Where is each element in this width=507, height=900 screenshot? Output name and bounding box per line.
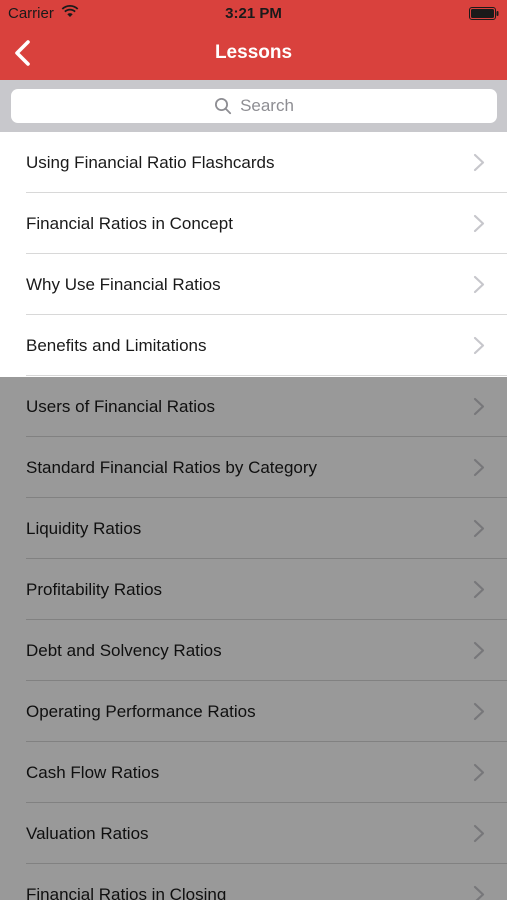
nav-bar: Lessons [0, 28, 507, 80]
chevron-right-icon [473, 275, 485, 294]
dim-overlay[interactable] [0, 377, 507, 900]
search-field-content: Search [11, 89, 497, 123]
lesson-label: Using Financial Ratio Flashcards [26, 153, 275, 172]
page-title: Lessons [214, 42, 293, 63]
lesson-row[interactable]: Benefits and Limitations [0, 315, 507, 376]
header: Carrier 3:21 PM Lessons [0, 0, 507, 80]
chevron-right-icon [473, 153, 485, 172]
magnifier-icon [215, 98, 232, 115]
lesson-label: Why Use Financial Ratios [26, 275, 221, 294]
search-input[interactable]: Search [11, 89, 497, 123]
chevron-right-icon [473, 214, 485, 233]
lesson-row[interactable]: Using Financial Ratio Flashcards [0, 132, 507, 193]
search-placeholder: Search [240, 96, 294, 115]
battery-icon [469, 7, 499, 20]
chevron-right-icon [473, 336, 485, 355]
clock: 3:21 PM [225, 5, 282, 22]
search-bar: Search [0, 80, 507, 132]
lesson-row[interactable]: Why Use Financial Ratios [0, 254, 507, 315]
lesson-label: Financial Ratios in Concept [26, 214, 233, 233]
lesson-label: Benefits and Limitations [26, 336, 207, 355]
status-bar: Carrier 3:21 PM [0, 0, 507, 28]
lesson-row[interactable]: Financial Ratios in Concept [0, 193, 507, 254]
